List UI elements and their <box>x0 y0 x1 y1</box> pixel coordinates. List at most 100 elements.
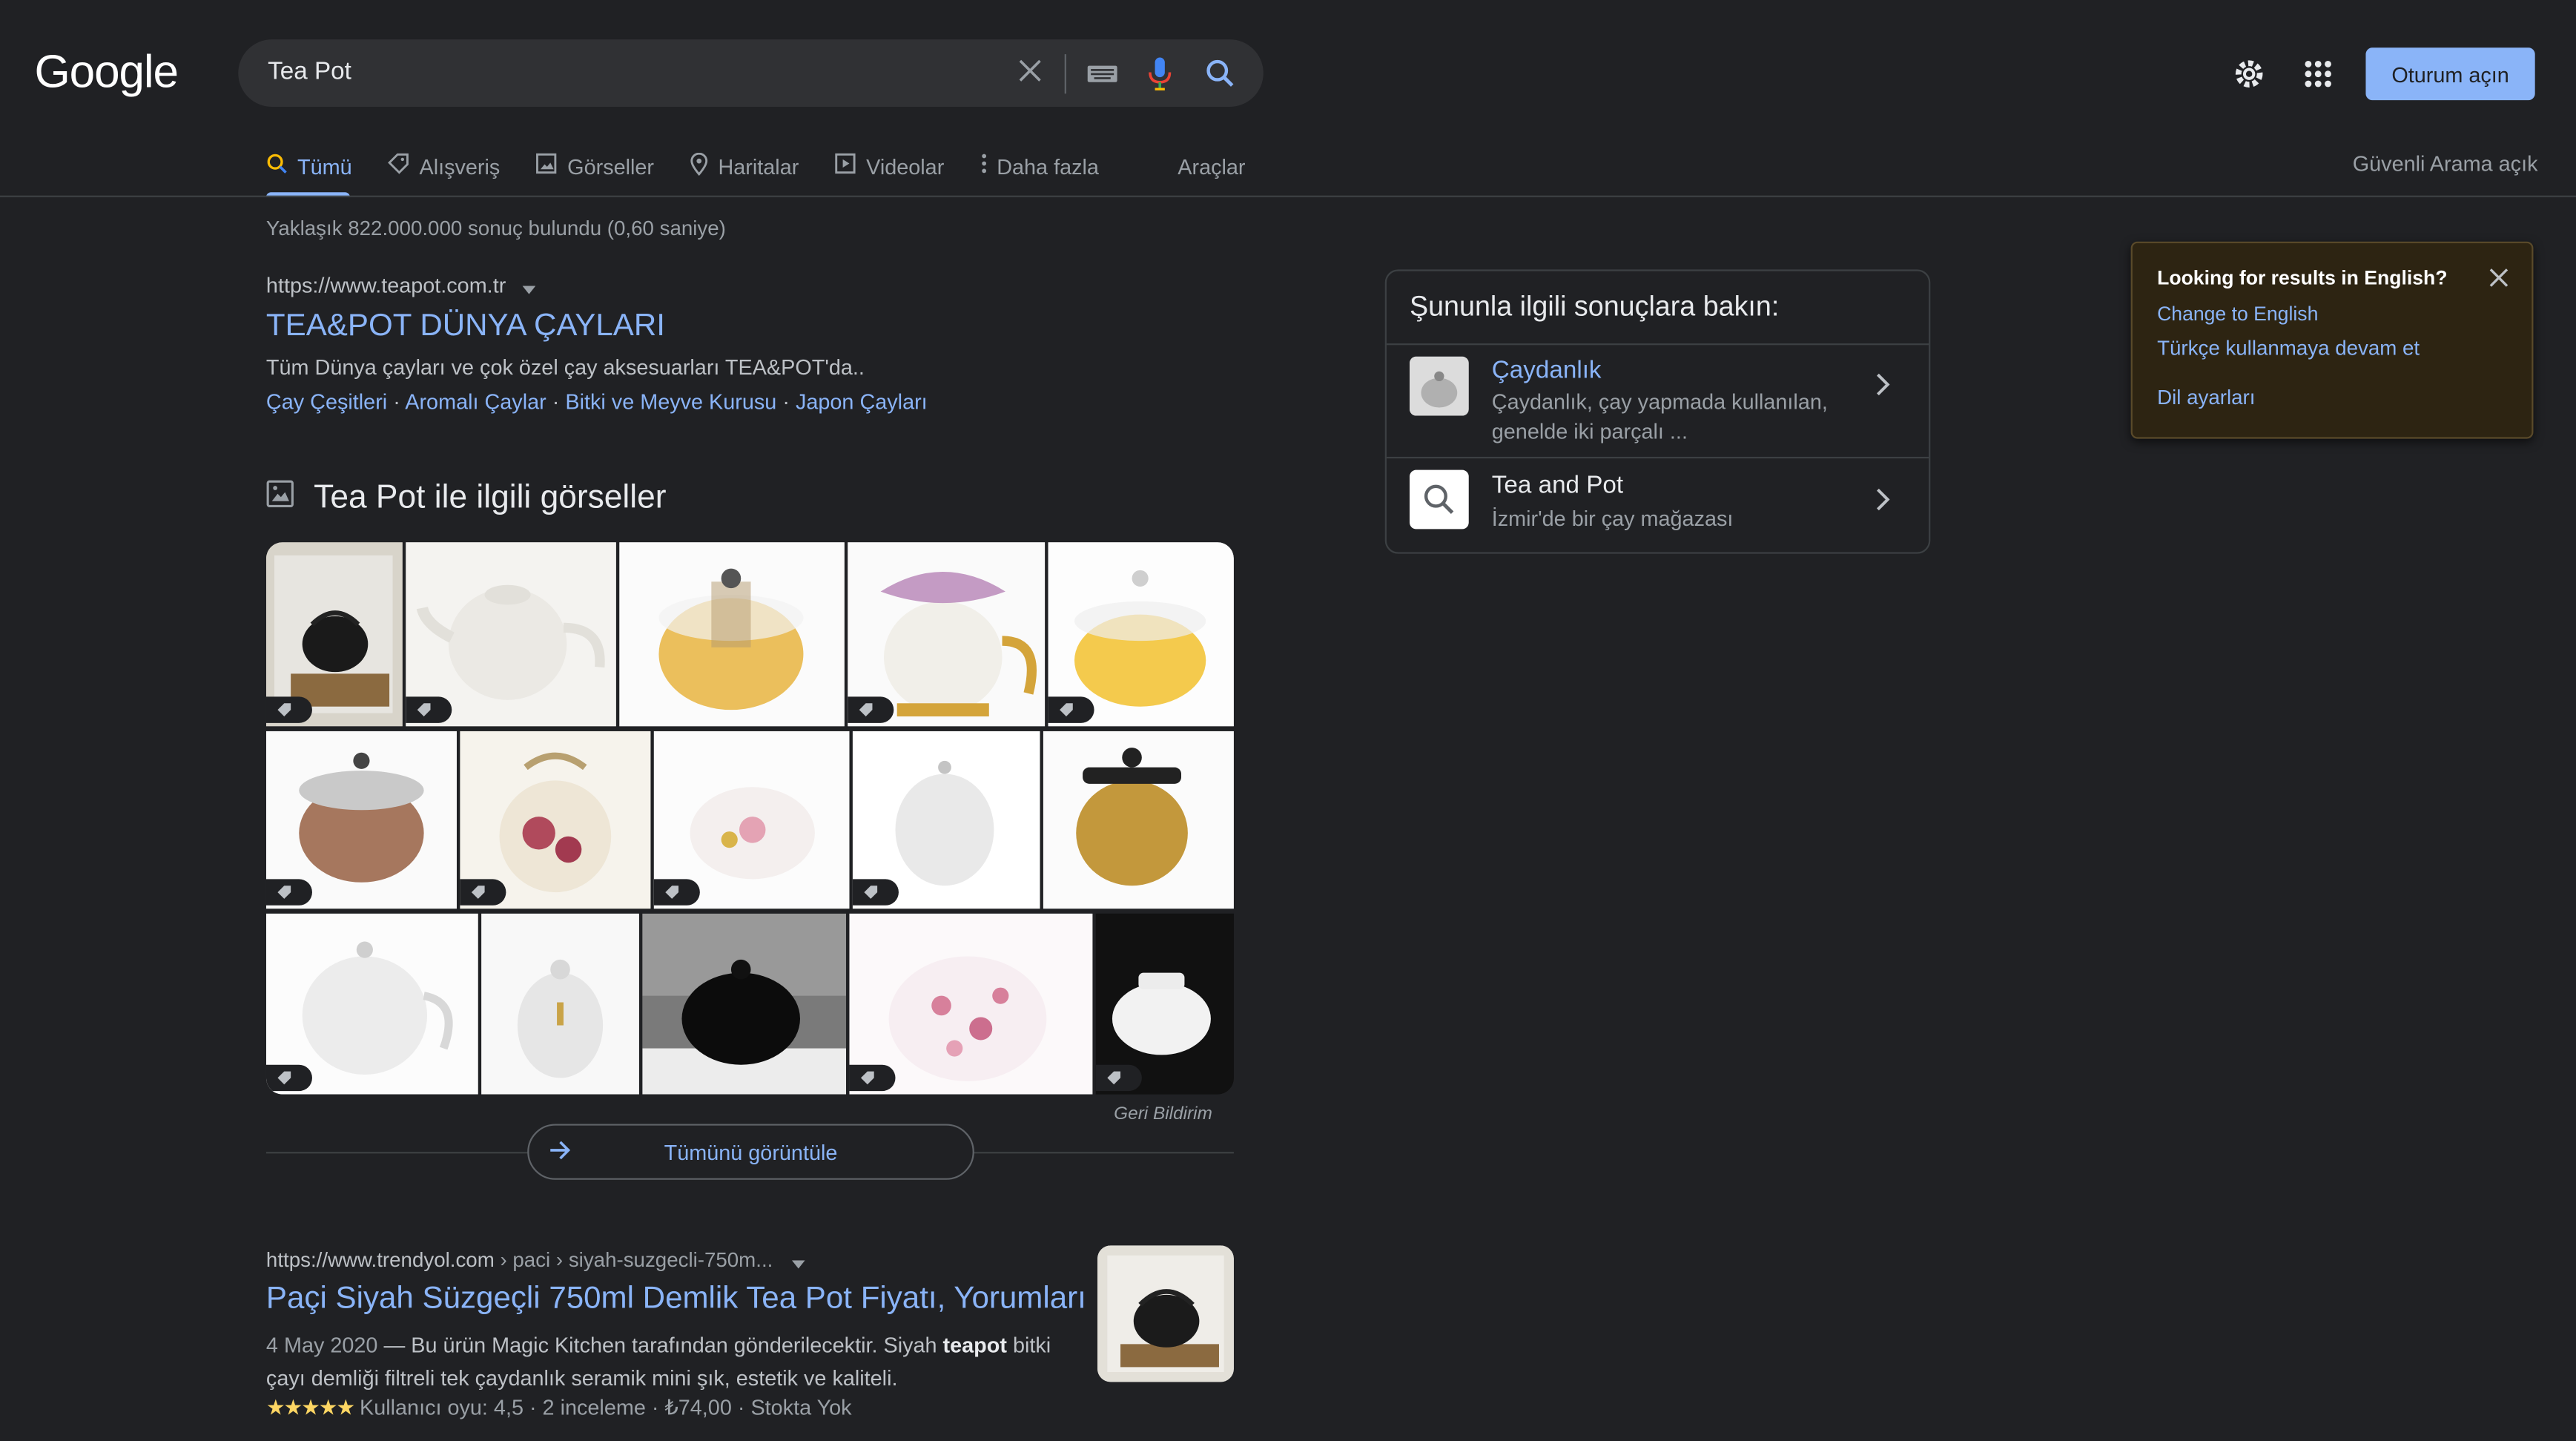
tab-more-label: Daha fazla <box>997 154 1099 179</box>
result-url-text: https://www.teapot.com.tr <box>265 272 506 298</box>
rating-stars: ★★★★★ <box>265 1395 355 1420</box>
chevron-right-icon <box>1875 373 1891 404</box>
tools-button[interactable]: Araçlar <box>1178 150 1245 182</box>
tab-shopping[interactable]: Alışveriş <box>388 150 500 182</box>
result-breadcrumb: › paci › siyah-suzgecli-750m... <box>494 1248 773 1272</box>
search-tabs: Tümü Alışveriş Görseller Haritalar Video… <box>266 150 1281 196</box>
keyboard-icon[interactable] <box>1086 61 1119 92</box>
image-thumbnail[interactable] <box>460 731 651 909</box>
result-stats: Yaklaşık 822.000.000 sonuç bulundu (0,60… <box>265 217 726 240</box>
image-thumbnail[interactable] <box>653 731 850 909</box>
search-box[interactable]: Tea Pot <box>238 39 1264 108</box>
sign-in-button[interactable]: Oturum açın <box>2365 47 2535 101</box>
search-divider <box>1064 54 1066 94</box>
image-thumbnail[interactable] <box>619 542 845 727</box>
image-thumbnail[interactable] <box>265 913 478 1095</box>
rating-row: ★★★★★ Kullanıcı oyu: 4,5 · 2 inceleme · … <box>266 1395 852 1421</box>
clear-icon[interactable] <box>1015 56 1045 93</box>
image-icon <box>266 480 294 518</box>
map-pin-icon <box>690 151 708 180</box>
tab-images[interactable]: Görseller <box>536 150 654 182</box>
tab-maps[interactable]: Haritalar <box>690 150 799 182</box>
tab-shopping-label: Alışveriş <box>419 154 501 179</box>
related-item-title[interactable]: Tea and Pot <box>1492 472 1623 500</box>
image-thumbnail[interactable] <box>265 542 403 727</box>
image-thumbnail[interactable] <box>849 913 1093 1095</box>
result-snippet: 4 May 2020 — Bu ürün Magic Kitchen taraf… <box>265 1332 1051 1391</box>
rating-text: Kullanıcı oyu: 4,5 · 2 inceleme · ₺74,00… <box>360 1395 852 1420</box>
images-heading-text: Tea Pot ile ilgili görseller <box>314 479 667 516</box>
search-query[interactable]: Tea Pot <box>268 58 351 86</box>
settings-gear-icon[interactable] <box>2233 58 2265 99</box>
result-title-link[interactable]: Paçi Siyah Süzgeçli 750ml Demlik Tea Pot… <box>266 1282 1086 1318</box>
search-icon[interactable] <box>1204 58 1237 99</box>
shopping-tag-icon <box>1048 696 1094 723</box>
related-item-thumbnail <box>1409 356 1469 416</box>
change-to-english-link[interactable]: Change to English <box>2157 303 2318 326</box>
chevron-right-icon <box>1875 488 1891 519</box>
image-thumbnail[interactable] <box>1048 542 1234 727</box>
price-tag-icon <box>388 153 409 179</box>
video-play-icon <box>835 153 856 179</box>
shopping-tag-icon <box>406 696 452 723</box>
tab-all-label: Tümü <box>297 154 352 179</box>
image-icon <box>536 153 558 179</box>
tab-more[interactable]: Daha fazla <box>980 150 1099 182</box>
dropdown-arrow-icon[interactable] <box>791 1250 805 1273</box>
language-settings-link[interactable]: Dil ayarları <box>2157 386 2255 409</box>
sitelink[interactable]: Çay Çeşitleri <box>266 389 387 414</box>
result-title-link[interactable]: TEA&POT DÜNYA ÇAYLARI <box>266 309 665 346</box>
shopping-tag-icon <box>460 879 506 906</box>
close-icon[interactable] <box>2489 266 2509 296</box>
sitelink[interactable]: Aromalı Çaylar <box>405 389 546 414</box>
related-item-desc: Çaydanlık, çay yapmada kullanılan, genel… <box>1491 389 1828 444</box>
shopping-tag-icon <box>1095 1064 1142 1092</box>
apps-grid-icon[interactable] <box>2303 59 2333 97</box>
safe-search-status[interactable]: Güvenli Arama açık <box>2353 151 2538 176</box>
feedback-link[interactable]: Geri Bildirim <box>1114 1104 1212 1124</box>
keep-turkish-link[interactable]: Türkçe kullanmaya devam et <box>2157 337 2420 360</box>
search-icon <box>266 153 288 179</box>
result-date: 4 May 2020 <box>265 1332 378 1358</box>
image-thumbnail[interactable] <box>406 542 616 727</box>
related-item-title[interactable]: Çaydanlık <box>1492 357 1602 385</box>
result-thumbnail[interactable] <box>1097 1245 1234 1382</box>
shopping-tag-icon <box>265 879 312 906</box>
image-thumbnail[interactable] <box>265 731 457 909</box>
dropdown-arrow-icon[interactable] <box>521 274 535 299</box>
related-item-thumbnail <box>1409 469 1469 530</box>
shopping-tag-icon <box>848 696 894 723</box>
header-divider <box>0 195 2576 197</box>
result-url[interactable]: https://www.trendyol.com › paci › siyah-… <box>266 1249 805 1273</box>
panel-divider <box>1386 343 1929 346</box>
image-grid <box>265 542 1234 1095</box>
tab-all[interactable]: Tümü <box>266 150 352 182</box>
result-url[interactable]: https://www.teapot.com.tr <box>266 273 535 300</box>
related-item-desc: İzmir'de bir çay mağazası <box>1491 506 1734 531</box>
language-suggestion-popup: Looking for results in English? Change t… <box>2130 241 2534 439</box>
sitelink[interactable]: Bitki ve Meyve Kurusu <box>565 389 776 414</box>
language-popup-title: Looking for results in English? <box>2157 266 2448 289</box>
related-searches-panel: Şununla ilgili sonuçlara bakın: Çaydanlı… <box>1384 269 1931 554</box>
related-panel-title: Şununla ilgili sonuçlara bakın: <box>1409 291 1780 323</box>
image-thumbnail[interactable] <box>642 913 847 1095</box>
sitelink[interactable]: Japon Çayları <box>796 389 928 414</box>
result-url-text: https://www.trendyol.com <box>265 1248 495 1272</box>
shopping-tag-icon <box>265 696 312 723</box>
shopping-tag-icon <box>849 1064 896 1092</box>
image-thumbnail[interactable] <box>848 542 1046 727</box>
microphone-icon[interactable] <box>1146 56 1172 100</box>
image-thumbnail[interactable] <box>1043 731 1234 909</box>
shopping-tag-icon <box>852 879 899 906</box>
panel-divider <box>1386 456 1929 459</box>
tab-videos[interactable]: Videolar <box>835 150 944 182</box>
google-logo[interactable]: Google <box>35 46 179 99</box>
shopping-tag-icon <box>265 1064 312 1092</box>
tab-images-label: Görseller <box>567 154 655 179</box>
more-vert-icon <box>980 153 987 179</box>
view-all-images-button[interactable]: Tümünü görüntüle <box>527 1124 974 1180</box>
result-snippet: Tüm Dünya çayları ve çok özel çay aksesu… <box>265 355 865 380</box>
image-thumbnail[interactable] <box>1095 913 1234 1095</box>
image-thumbnail[interactable] <box>852 731 1040 909</box>
image-thumbnail[interactable] <box>481 913 639 1095</box>
